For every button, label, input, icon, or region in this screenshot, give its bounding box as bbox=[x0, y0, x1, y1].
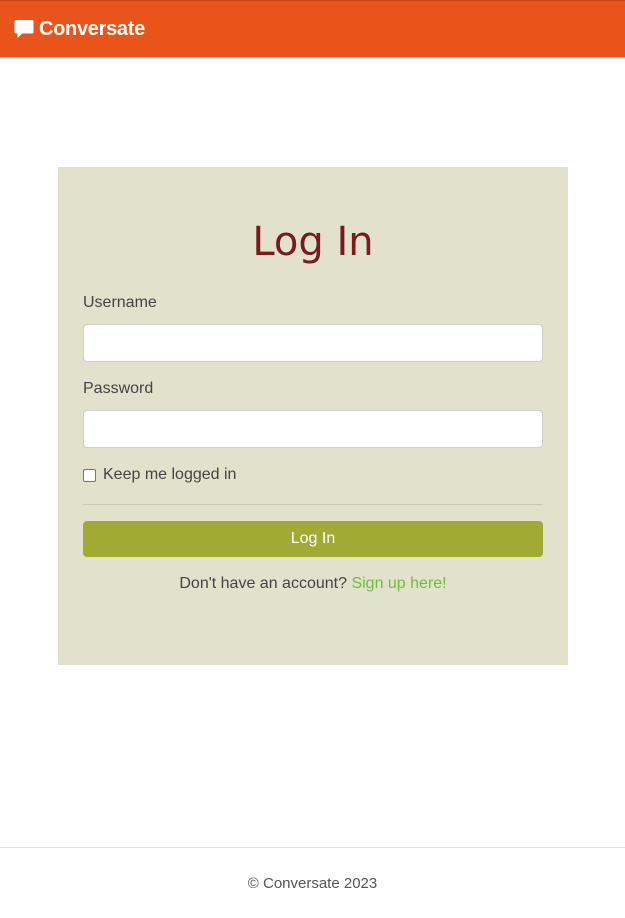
username-field[interactable] bbox=[83, 324, 543, 362]
copyright-text: © Conversate 2023 bbox=[247, 875, 378, 892]
remember-me-row: Keep me logged in bbox=[83, 466, 236, 484]
signup-prompt: Don't have an account? Sign up here! bbox=[58, 575, 568, 593]
brand-name: Conversate bbox=[39, 17, 145, 40]
top-navbar: Conversate bbox=[0, 0, 625, 57]
login-card: Log In Username Password Keep me logged … bbox=[58, 167, 568, 665]
signup-prompt-text: Don't have an account? bbox=[179, 575, 347, 592]
login-button[interactable]: Log In bbox=[83, 521, 543, 557]
brand-link[interactable]: Conversate bbox=[14, 18, 145, 41]
speech-bubble-icon bbox=[14, 19, 34, 39]
password-label: Password bbox=[83, 380, 154, 397]
remember-me-label: Keep me logged in bbox=[103, 466, 237, 483]
remember-me-checkbox[interactable] bbox=[83, 468, 96, 482]
page-title: Log In bbox=[252, 219, 374, 265]
page-footer: © Conversate 2023 bbox=[0, 847, 625, 918]
signup-link[interactable]: Sign up here! bbox=[351, 575, 446, 592]
password-field[interactable] bbox=[83, 410, 543, 448]
username-label: Username bbox=[83, 294, 157, 311]
form-divider bbox=[83, 504, 543, 505]
